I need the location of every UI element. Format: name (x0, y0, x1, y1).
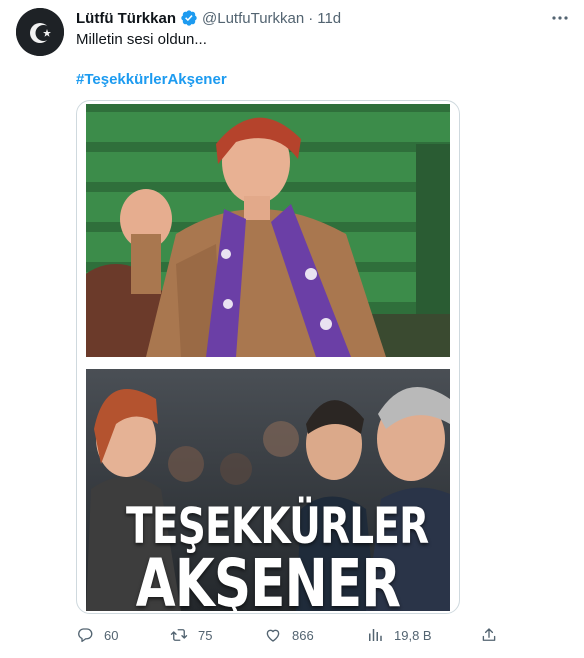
like-icon (266, 629, 280, 642)
avatar[interactable] (16, 8, 64, 56)
tweet-media[interactable]: TEŞEKKÜRLER AKŞENER (76, 100, 460, 614)
retweet-icon (170, 629, 188, 641)
more-icon[interactable] (550, 8, 570, 28)
tweet-actions: 60 75 866 19,8 B (76, 624, 506, 646)
reply-icon (78, 628, 93, 643)
author-name[interactable]: Lütfü Türkkan (76, 10, 176, 27)
tweet-header: Lütfü Türkkan @LutfuTurkkan · 11d (76, 8, 341, 28)
share-icon (482, 628, 496, 641)
reply-button[interactable]: 60 (76, 624, 118, 646)
reply-count: 60 (104, 627, 119, 643)
photo-top[interactable] (86, 104, 450, 357)
retweet-count: 75 (198, 627, 213, 643)
views-count: 19,8 B (394, 627, 432, 643)
views-button[interactable]: 19,8 B (366, 624, 432, 646)
author-handle[interactable]: @LutfuTurkkan (202, 10, 304, 27)
like-count: 866 (292, 627, 314, 643)
separator-dot: · (308, 9, 314, 27)
photo-bottom[interactable]: TEŞEKKÜRLER AKŞENER (86, 369, 450, 611)
tweet-text: Milletin sesi oldun... (76, 31, 207, 48)
overlay-title-line2: AKŞENER (135, 545, 401, 611)
views-icon (369, 629, 382, 641)
tweet-timestamp[interactable]: 11d (317, 10, 341, 27)
tweet[interactable]: Lütfü Türkkan @LutfuTurkkan · 11d Millet… (0, 0, 584, 658)
like-button[interactable]: 866 (264, 624, 314, 646)
share-button[interactable] (480, 624, 498, 646)
hashtag-link[interactable]: #TeşekkürlerAkşener (76, 70, 227, 90)
retweet-button[interactable]: 75 (170, 624, 212, 646)
verified-badge-icon (180, 9, 198, 27)
